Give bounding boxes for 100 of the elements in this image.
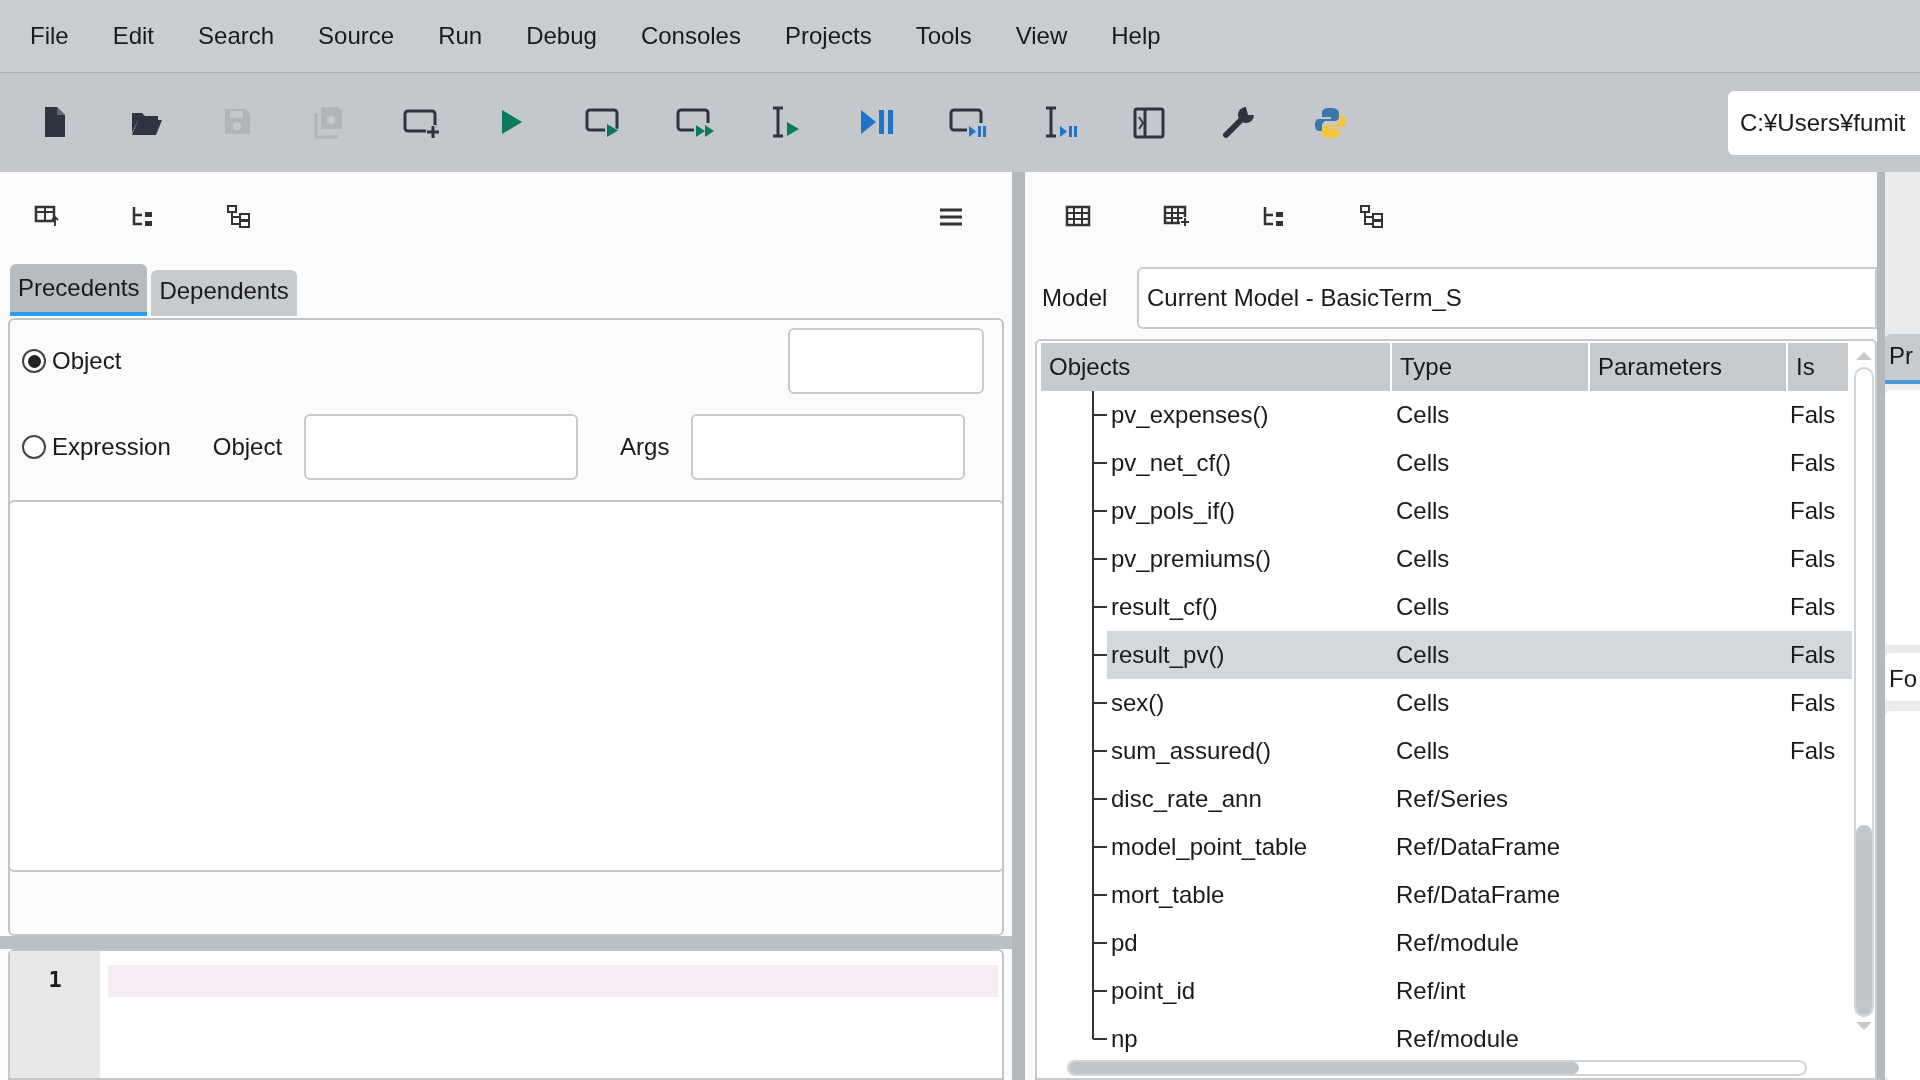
tree-item[interactable]: disc_rate_ann xyxy=(1111,781,1262,817)
radio-label[interactable]: Expression xyxy=(52,429,171,465)
table-row[interactable]: sum_assured() Cells Fals xyxy=(1107,727,1852,775)
column-header[interactable]: Type xyxy=(1392,343,1588,391)
tree-line xyxy=(1092,535,1107,583)
table-cell-text: Fals xyxy=(1790,640,1836,670)
table-row[interactable]: model_point_table Ref/DataFrame xyxy=(1107,823,1852,871)
tree-item[interactable]: pv_premiums() xyxy=(1111,541,1272,577)
splitter-handle[interactable] xyxy=(1877,172,1885,1080)
radio-button[interactable] xyxy=(22,435,46,459)
column-header[interactable]: Objects xyxy=(1041,343,1390,391)
tree-item[interactable]: np xyxy=(1111,1021,1138,1057)
menu-item[interactable]: Tools xyxy=(893,18,994,54)
object-input[interactable] xyxy=(304,414,579,480)
line-number: 1 xyxy=(48,966,62,994)
tab[interactable]: Dependents xyxy=(151,270,297,316)
table-cell-text: Cells xyxy=(1396,592,1450,622)
table-cell-text: Ref/module xyxy=(1396,1024,1519,1054)
table-cell-text: Cells xyxy=(1396,448,1450,478)
table-row[interactable]: np Ref/module xyxy=(1107,1015,1852,1058)
tree-item[interactable]: sum_assured() xyxy=(1111,733,1272,769)
menu-item[interactable]: File xyxy=(8,18,91,54)
table-cell-text: Cells xyxy=(1396,736,1450,766)
tree-line xyxy=(1092,823,1107,871)
tree-line xyxy=(1092,631,1107,679)
table-cell-text: Ref/int xyxy=(1396,976,1466,1006)
model-dropdown[interactable]: Current Model - BasicTerm_S xyxy=(1137,267,1877,329)
table-cell-text: Cells xyxy=(1396,688,1450,718)
tree-item[interactable]: pv_pols_if() xyxy=(1111,493,1236,529)
tab[interactable]: Precedents xyxy=(10,264,148,316)
splitter-handle[interactable] xyxy=(1012,172,1025,1080)
table-cell-text: Cells xyxy=(1396,640,1450,670)
table-cell-text: Cells xyxy=(1396,496,1450,526)
column-header[interactable]: Parameters xyxy=(1590,343,1786,391)
args-input[interactable] xyxy=(691,414,966,480)
menu-item[interactable]: Search xyxy=(176,18,297,54)
table-row[interactable]: mort_table Ref/DataFrame xyxy=(1107,871,1852,919)
tree-item[interactable]: pv_expenses() xyxy=(1111,397,1269,433)
tree-item[interactable]: model_point_table xyxy=(1111,829,1308,865)
menu-item[interactable]: Source xyxy=(296,18,417,54)
table-cell-text: Fals xyxy=(1790,736,1836,766)
tree-item[interactable]: pv_net_cf() xyxy=(1111,445,1232,481)
tree-item[interactable]: pd xyxy=(1111,925,1138,961)
table-cell-text: Fals xyxy=(1790,496,1836,526)
table-row[interactable]: pv_premiums() Cells Fals xyxy=(1107,535,1852,583)
table-cell-text: Fals xyxy=(1790,688,1836,718)
menu-item[interactable]: Help xyxy=(1089,18,1183,54)
menu-item[interactable]: Run xyxy=(416,18,505,54)
table-cell-text: Ref/DataFrame xyxy=(1396,832,1561,862)
table-cell-text: Fals xyxy=(1790,544,1836,574)
table-row[interactable]: pd Ref/module xyxy=(1107,919,1852,967)
menu-icon[interactable] xyxy=(938,207,964,227)
splitter-handle[interactable] xyxy=(0,936,1012,949)
table-row[interactable]: result_cf() Cells Fals xyxy=(1107,583,1852,631)
horizontal-scrollbar[interactable] xyxy=(1067,1060,1807,1076)
model-label: Model xyxy=(1042,283,1109,313)
table-row[interactable]: pv_pols_if() Cells Fals xyxy=(1107,487,1852,535)
side-panel-label: Fo xyxy=(1885,653,1920,701)
radio-label[interactable]: Object xyxy=(52,343,122,379)
tree-line xyxy=(1092,487,1107,535)
table-row[interactable]: disc_rate_ann Ref/Series xyxy=(1107,775,1852,823)
side-panel-tab[interactable]: Pr xyxy=(1885,334,1920,384)
tree-item[interactable]: point_id xyxy=(1111,973,1196,1009)
selected-row[interactable]: result_pv() Cells Fals xyxy=(1107,631,1852,679)
object-field[interactable] xyxy=(788,328,984,394)
table-cell-text: Cells xyxy=(1396,544,1450,574)
table-cell-text: Ref/module xyxy=(1396,928,1519,958)
tree-item[interactable]: mort_table xyxy=(1111,877,1225,913)
menu-item[interactable]: Debug xyxy=(504,18,619,54)
tree-item[interactable]: sex() xyxy=(1111,685,1165,721)
radio-button[interactable] xyxy=(22,349,46,373)
tree-item[interactable]: result_cf() xyxy=(1111,589,1218,625)
menu-item[interactable]: View xyxy=(993,18,1090,54)
menu-item[interactable]: Projects xyxy=(762,18,894,54)
tree-line xyxy=(1092,391,1107,439)
table-row[interactable]: pv_net_cf() Cells Fals xyxy=(1107,439,1852,487)
menu-item[interactable]: Edit xyxy=(90,18,177,54)
table-cell-text: Cells xyxy=(1396,400,1450,430)
scrollbar-thumb[interactable] xyxy=(1855,825,1872,1015)
table-cell-text: Ref/Series xyxy=(1396,784,1509,814)
tree-line xyxy=(1092,583,1107,631)
tree-item[interactable]: result_pv() xyxy=(1111,637,1225,673)
table-cell-text: Fals xyxy=(1790,400,1836,430)
tree-line xyxy=(1092,919,1107,967)
table-row[interactable]: pv_expenses() Cells Fals xyxy=(1107,391,1852,439)
menu-item[interactable]: Consoles xyxy=(618,18,763,54)
path-field[interactable]: C:¥Users¥fumit xyxy=(1728,90,1920,155)
table-cell-text: Ref/DataFrame xyxy=(1396,880,1561,910)
table-row[interactable]: sex() Cells Fals xyxy=(1107,679,1852,727)
tree-line xyxy=(1092,679,1107,727)
table-cell-text: Fals xyxy=(1790,592,1836,622)
tree-boxes-icon[interactable] xyxy=(226,204,252,230)
tree-line xyxy=(1092,727,1107,775)
tree-line xyxy=(1092,439,1107,487)
tree-line xyxy=(1092,871,1107,919)
table-row[interactable]: point_id Ref/int xyxy=(1107,967,1852,1015)
column-header[interactable]: Is xyxy=(1788,343,1848,391)
args-label: Args xyxy=(620,432,670,462)
object-label: Object xyxy=(212,432,283,462)
tree-boxes-icon[interactable] xyxy=(1359,204,1385,230)
